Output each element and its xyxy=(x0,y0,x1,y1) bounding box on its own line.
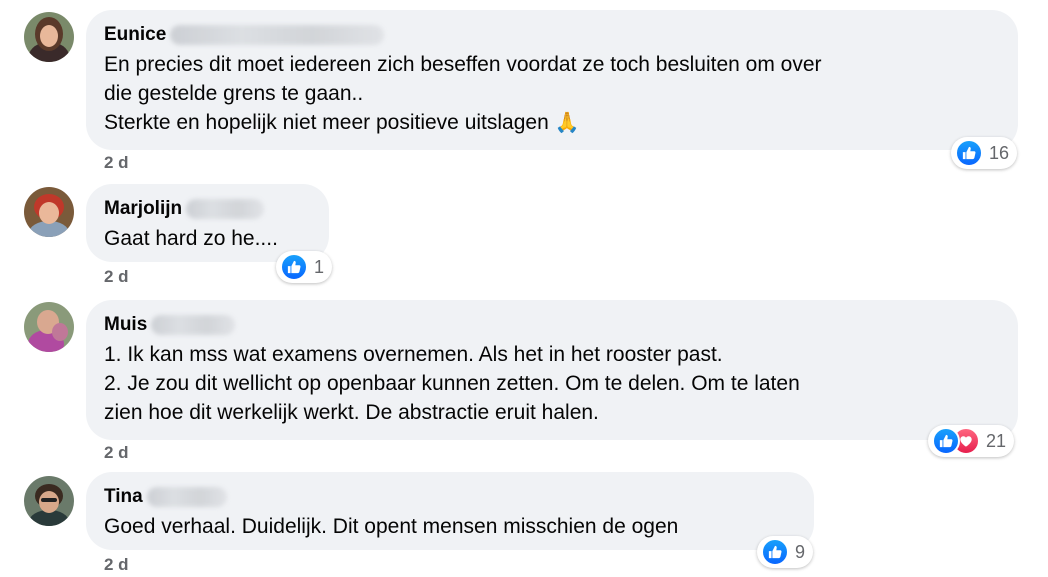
thumbs-up-icon xyxy=(761,538,789,566)
folded-hands-emoji: 🙏 xyxy=(554,112,580,134)
avatar[interactable] xyxy=(24,302,74,352)
avatar[interactable] xyxy=(24,187,74,237)
reactions-badge[interactable]: 1 xyxy=(276,251,333,283)
comment-author[interactable]: Marjolijn xyxy=(104,198,182,220)
comment-author[interactable]: Tina xyxy=(104,486,143,508)
comment-bubble: Tina Goed verhaal. Duidelijk. Dit opent … xyxy=(86,472,814,550)
reactions-badge[interactable]: 21 xyxy=(928,425,1015,457)
comment-timestamp[interactable]: 2 d xyxy=(104,153,129,173)
blurred-surname xyxy=(146,487,227,507)
blurred-surname xyxy=(170,25,385,45)
comment-author[interactable]: Eunice xyxy=(104,24,166,46)
blurred-surname xyxy=(151,315,236,335)
avatar[interactable] xyxy=(24,12,74,62)
blurred-surname xyxy=(186,199,265,219)
comment-timestamp[interactable]: 2 d xyxy=(104,555,129,575)
comment-text: En precies dit moet iedereen zich beseff… xyxy=(104,53,822,134)
thumbs-up-icon xyxy=(280,253,308,281)
reaction-count: 1 xyxy=(314,256,325,277)
reactions-badge[interactable]: 9 xyxy=(757,536,814,568)
comment-text: Goed verhaal. Duidelijk. Dit opent mense… xyxy=(104,515,679,538)
reaction-count: 16 xyxy=(989,142,1010,163)
thumbs-up-icon xyxy=(955,139,983,167)
comment-text: Gaat hard zo he.... xyxy=(104,227,278,250)
comment-timestamp[interactable]: 2 d xyxy=(104,267,129,287)
reaction-count: 9 xyxy=(795,541,806,562)
comment-author[interactable]: Muis xyxy=(104,314,147,336)
comment-bubble: Muis 1. Ik kan mss wat examens overnemen… xyxy=(86,300,1018,440)
reactions-badge[interactable]: 16 xyxy=(951,137,1018,169)
avatar[interactable] xyxy=(24,476,74,526)
reaction-count: 21 xyxy=(986,430,1007,451)
comment-text: 1. Ik kan mss wat examens overnemen. Als… xyxy=(104,343,800,424)
comment-timestamp[interactable]: 2 d xyxy=(104,443,129,463)
thumbs-up-icon xyxy=(932,427,960,455)
comment-bubble: Eunice En precies dit moet iedereen zich… xyxy=(86,10,1018,150)
